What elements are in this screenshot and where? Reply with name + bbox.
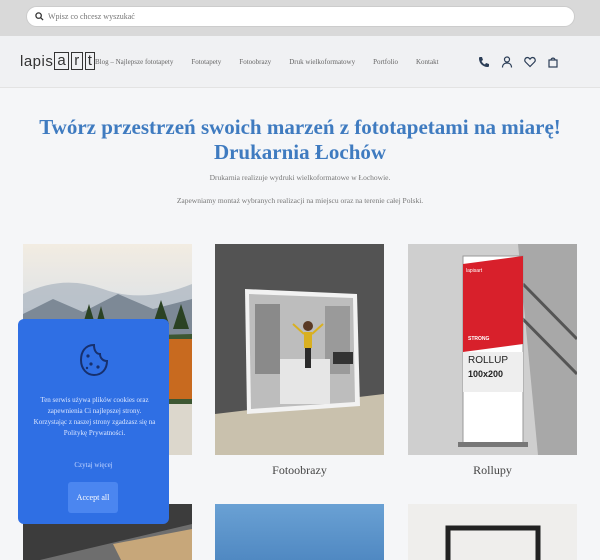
- card-label-fotoobrazy[interactable]: Fotoobrazy: [215, 463, 384, 478]
- hero-description: Drukarnia realizuje wydruki wielkoformat…: [209, 173, 391, 182]
- nav-item-druk[interactable]: Druk wielkoformatowy: [289, 58, 355, 66]
- category-card-bottom-3[interactable]: [408, 504, 577, 560]
- logo-part: a: [54, 52, 70, 70]
- nav-item-fototapety[interactable]: Fototapety: [191, 58, 221, 66]
- logo-part: r: [71, 52, 83, 70]
- rollup-image: [408, 244, 577, 455]
- card-label-rollupy[interactable]: Rollupy: [408, 463, 577, 478]
- rollup-strong: STRONG: [468, 336, 490, 342]
- user-icon[interactable]: [501, 55, 513, 68]
- logo-part: t: [84, 52, 96, 70]
- accept-all-button[interactable]: Accept all: [68, 482, 118, 513]
- main-nav: Blog – Najlepsze fototapety Fototapety F…: [95, 58, 457, 66]
- logo[interactable]: lapis a r t: [20, 52, 96, 70]
- search-icon: [35, 12, 44, 21]
- page-title: Twórz przestrzeń swoich marzeń z fototap…: [39, 115, 561, 164]
- logo-part: lapis: [20, 52, 54, 70]
- phone-icon[interactable]: [478, 55, 490, 67]
- category-card-fotoobrazy[interactable]: [215, 244, 384, 455]
- nav-item-blog[interactable]: Blog – Najlepsze fototapety: [95, 58, 173, 66]
- search-input[interactable]: [48, 12, 548, 21]
- nav-item-fotoobrazy[interactable]: Fotoobrazy: [239, 58, 271, 66]
- rollup-title: ROLLUP: [468, 355, 509, 366]
- top-search-bar: [0, 0, 600, 36]
- rollup-size: 100x200: [468, 369, 504, 379]
- hero-description-2: Zapewniamy montaż wybranych realizacji n…: [176, 196, 424, 205]
- site-header: lapis a r t Blog – Najlepsze fototapety …: [0, 36, 600, 88]
- cookie-banner: Ten serwis używa plików cookies oraz zap…: [18, 319, 169, 524]
- cart-icon[interactable]: [547, 55, 559, 68]
- header-icons: [478, 55, 559, 68]
- cookie-icon: [79, 343, 109, 377]
- cookie-read-more-link[interactable]: Czytaj więcej: [18, 461, 169, 469]
- heart-icon[interactable]: [524, 55, 536, 68]
- canvas-photo-image: [215, 244, 384, 455]
- bottom-image-3: [445, 525, 541, 560]
- category-card-bottom-2[interactable]: [215, 504, 384, 560]
- category-card-rollupy[interactable]: lapisart STRONG ROLLUP 100x200: [408, 244, 577, 455]
- nav-item-kontakt[interactable]: Kontakt: [416, 58, 439, 66]
- nav-item-portfolio[interactable]: Portfolio: [373, 58, 398, 66]
- cookie-text: Ten serwis używa plików cookies oraz zap…: [33, 396, 156, 437]
- rollup-brand: lapisart: [466, 268, 483, 274]
- search-box[interactable]: [26, 6, 575, 27]
